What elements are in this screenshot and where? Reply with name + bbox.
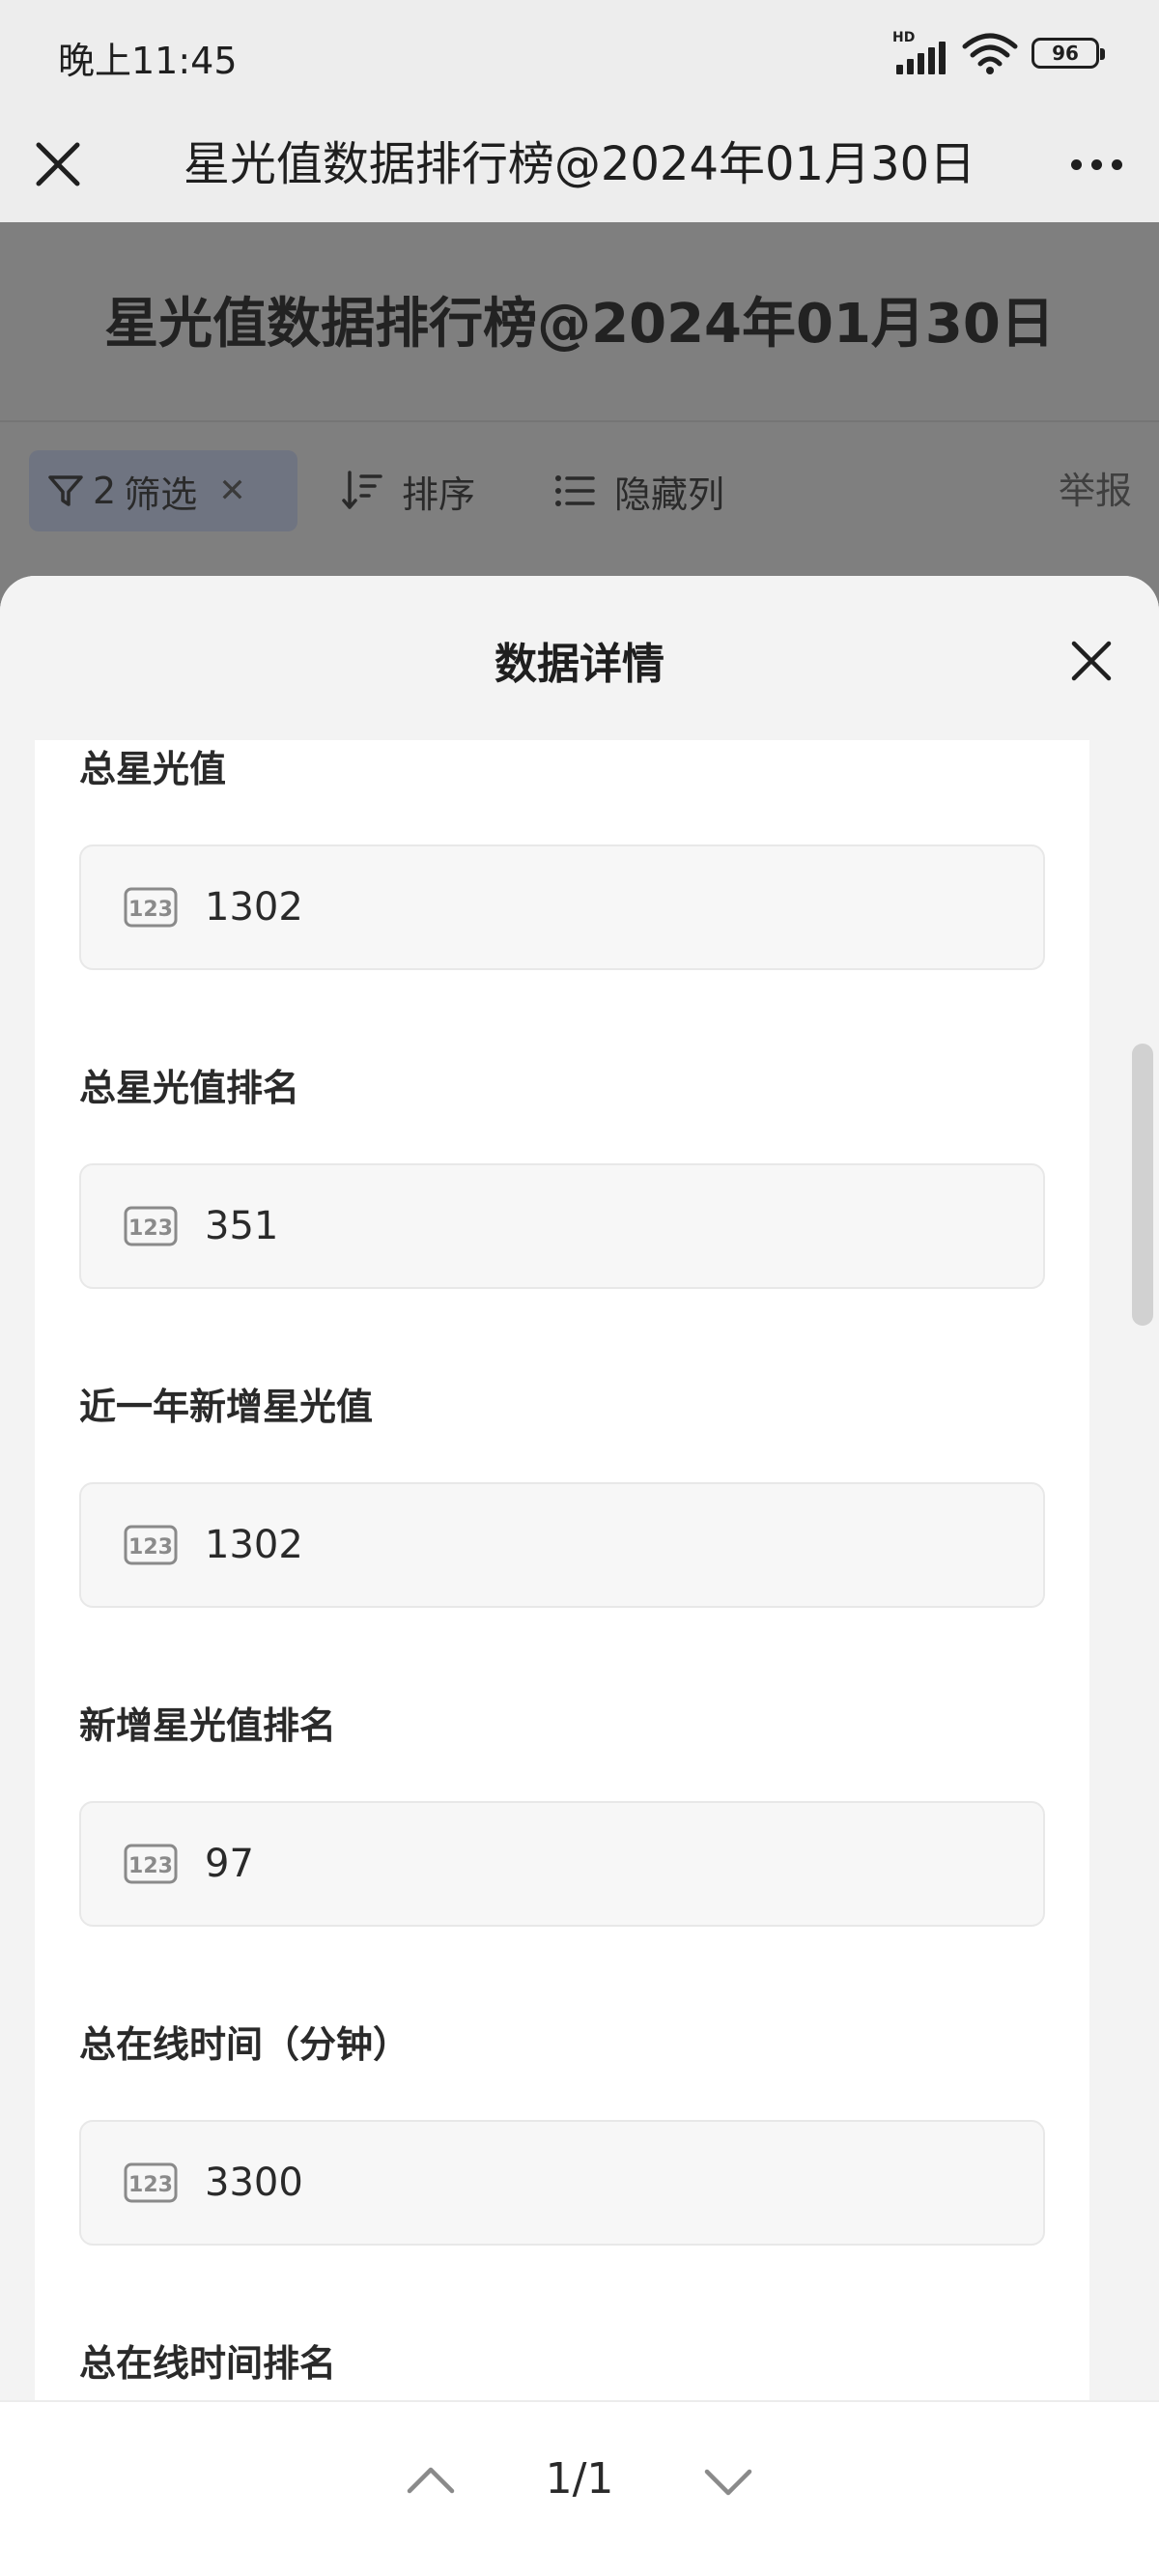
svg-text:123: 123 <box>128 2173 173 2197</box>
field-label: 总星光值 <box>79 748 227 790</box>
field-label: 总在线时间（分钟） <box>79 2023 410 2066</box>
status-time: 晚上11:45 <box>58 40 238 82</box>
number-icon: 123 <box>124 887 178 928</box>
filter-icon <box>48 475 83 506</box>
sort-icon <box>342 471 382 509</box>
battery-icon: 96 <box>1032 38 1105 69</box>
close-icon[interactable] <box>1064 634 1118 688</box>
page-title: 星光值数据排行榜@2024年01月30日 <box>104 293 1055 356</box>
svg-text:123: 123 <box>128 1854 173 1878</box>
status-icons: HD 96 <box>892 29 1105 77</box>
field-label: 总星光值排名 <box>79 1067 300 1109</box>
status-bar: 晚上11:45 HD 96 <box>0 0 1159 106</box>
svg-text:123: 123 <box>128 898 173 922</box>
detail-card: 总星光值 123 1302 总星光值排名 123 351 近一年新增星光值 12… <box>35 740 1089 2576</box>
svg-text:123: 123 <box>128 1535 173 1560</box>
field-value-box: 123 3300 <box>79 2120 1045 2246</box>
pager-count: 1/1 <box>545 2454 614 2504</box>
page-divider <box>0 420 1159 422</box>
field-label: 近一年新增星光值 <box>79 1386 374 1428</box>
number-icon: 123 <box>124 1206 178 1246</box>
field-label: 总在线时间排名 <box>79 2342 337 2385</box>
field-value: 97 <box>205 1842 254 1886</box>
scrollbar[interactable] <box>1132 1044 1153 1326</box>
wifi-icon <box>962 33 1018 74</box>
report-link[interactable]: 举报 <box>1059 450 1132 531</box>
sheet-header: 数据详情 <box>0 576 1159 740</box>
field-value: 351 <box>205 1204 279 1248</box>
field-total-online-rank: 总在线时间排名 <box>79 2334 1045 2392</box>
number-icon: 123 <box>124 1525 178 1565</box>
field-value: 1302 <box>205 885 303 930</box>
field-value: 1302 <box>205 1523 303 1567</box>
nav-title: 星光值数据排行榜@2024年01月30日 <box>183 137 976 191</box>
sheet-title: 数据详情 <box>495 640 664 689</box>
svg-text:123: 123 <box>128 1216 173 1241</box>
clear-filter-icon[interactable]: ✕ <box>218 472 246 510</box>
pager: 1/1 <box>0 2400 1159 2576</box>
filter-chip[interactable]: 2 筛选 ✕ <box>29 450 297 531</box>
more-icon[interactable] <box>1062 135 1130 193</box>
close-icon[interactable] <box>29 135 87 193</box>
field-value-box: 123 97 <box>79 1801 1045 1927</box>
filter-label: 筛选 <box>124 472 198 516</box>
field-value: 3300 <box>205 2161 303 2205</box>
filter-count: 2 <box>93 470 117 512</box>
field-value-box: 123 1302 <box>79 1482 1045 1608</box>
number-icon: 123 <box>124 2162 178 2203</box>
field-yearly-new-starlight: 近一年新增星光值 123 1302 <box>79 1378 1045 1608</box>
hide-columns-label: 隐藏列 <box>614 472 725 516</box>
signal-icon: HD <box>892 30 948 74</box>
toolbar: 2 筛选 ✕ 排序 隐藏列 举报 <box>0 450 1159 531</box>
sort-label: 排序 <box>402 472 476 516</box>
chevron-down-icon[interactable] <box>699 2452 757 2510</box>
sort-button[interactable]: 排序 <box>340 450 475 531</box>
chevron-up-icon[interactable] <box>402 2452 460 2510</box>
data-detail-sheet: 数据详情 总星光值 123 1302 总星光值排名 123 351 近一年新增星… <box>0 576 1159 2576</box>
field-label: 新增星光值排名 <box>79 1704 337 1747</box>
field-value-box: 123 351 <box>79 1163 1045 1289</box>
number-icon: 123 <box>124 1844 178 1884</box>
field-new-starlight-rank: 新增星光值排名 123 97 <box>79 1697 1045 1927</box>
hide-columns-button[interactable]: 隐藏列 <box>552 450 724 531</box>
field-total-starlight-rank: 总星光值排名 123 351 <box>79 1059 1045 1289</box>
field-total-starlight: 总星光值 123 1302 <box>79 740 1045 970</box>
battery-level: 96 <box>1052 42 1079 65</box>
list-icon <box>555 475 595 506</box>
nav-bar: 星光值数据排行榜@2024年01月30日 <box>0 106 1159 222</box>
field-value-box: 123 1302 <box>79 844 1045 970</box>
field-total-online-minutes: 总在线时间（分钟） 123 3300 <box>79 2016 1045 2246</box>
